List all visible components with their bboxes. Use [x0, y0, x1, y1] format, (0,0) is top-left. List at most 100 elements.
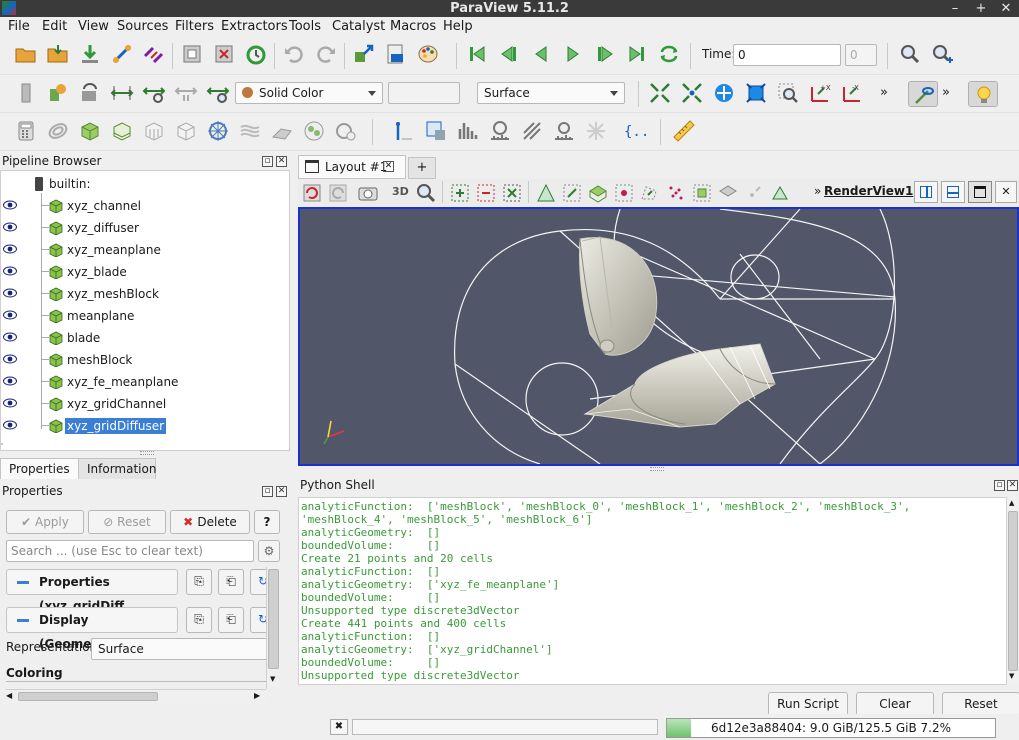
pipeline-item[interactable]: blade [1, 327, 289, 349]
shell-scrollbar[interactable]: ▲ ▼ [1006, 497, 1019, 685]
component-combo[interactable] [388, 82, 460, 104]
play-icon[interactable] [561, 42, 585, 66]
shrink-selection-icon[interactable] [474, 181, 498, 205]
pipeline-item[interactable]: xyz_blade [1, 261, 289, 283]
apply-button[interactable]: ✔ Apply [6, 510, 84, 534]
menu-filters[interactable]: Filters [171, 17, 218, 37]
mesh-quality-icon[interactable] [584, 119, 608, 143]
hover-points-icon[interactable] [742, 181, 766, 205]
plot-data-over-time-icon[interactable] [488, 119, 512, 143]
last-frame-icon[interactable] [625, 42, 649, 66]
representation-select[interactable]: Surface [91, 638, 266, 660]
plot-selection-icon[interactable] [424, 119, 448, 143]
set-view-minus-x-icon[interactable]: -X [840, 81, 864, 105]
plot-over-line-icon[interactable] [392, 119, 416, 143]
menu-catalyst[interactable]: Catalyst [328, 17, 389, 37]
auto-apply-icon[interactable] [244, 42, 268, 66]
advanced-settings-gear-icon[interactable]: ⚙ [258, 540, 280, 562]
close-icon[interactable]: ✕ [996, 0, 1016, 17]
coloring-combo[interactable]: Solid Color [235, 82, 383, 104]
pipeline-browser[interactable]: builtin: xyz_channel xyz_diffuser xyz_mean… [0, 170, 290, 451]
zoom-box-search-icon[interactable] [776, 81, 800, 105]
visibility-eye-icon[interactable] [3, 354, 17, 364]
toolbar-overflow-icon[interactable]: » [880, 85, 888, 100]
visibility-eye-icon[interactable] [3, 288, 17, 298]
rescale-visible-icon[interactable] [142, 81, 166, 105]
loop-icon[interactable] [657, 42, 681, 66]
tab-information[interactable]: Information [78, 458, 156, 480]
group-datasets-icon[interactable] [302, 119, 326, 143]
clear-button[interactable]: Clear [856, 692, 934, 716]
connect-icon[interactable] [110, 42, 134, 66]
time-index-spinbox[interactable]: 0 [845, 44, 877, 66]
layout-tab[interactable]: Layout #1 ✕ [298, 155, 406, 179]
menu-file[interactable]: File [4, 17, 34, 37]
delete-button[interactable]: ✖ Delete [170, 510, 250, 534]
copy-display-icon[interactable]: ⎘ [186, 607, 212, 633]
probe-location-icon[interactable] [552, 119, 576, 143]
splitter-handle[interactable] [140, 451, 154, 455]
grow-selection-icon[interactable] [448, 181, 472, 205]
minimize-icon[interactable]: – [945, 0, 965, 17]
pipeline-item[interactable]: xyz_gridDiffuser [1, 415, 289, 437]
menu-help[interactable]: Help [439, 17, 477, 37]
view-toolbar-overflow-icon[interactable]: » [814, 184, 821, 198]
maximize-icon[interactable]: + [971, 0, 991, 17]
calculator-icon[interactable] [14, 119, 38, 143]
properties-close-icon[interactable]: ✕ [276, 486, 287, 497]
new-layout-tab-button[interactable]: + [408, 157, 436, 179]
zoom-closest-icon[interactable] [930, 42, 954, 66]
render-view[interactable] [298, 207, 1019, 466]
select-cells-through-icon[interactable] [586, 181, 610, 205]
plot-global-variables-icon[interactable] [520, 119, 544, 143]
rescale-temporal-icon[interactable] [174, 81, 198, 105]
hover-cells-icon[interactable] [768, 181, 792, 205]
visibility-eye-icon[interactable] [3, 398, 17, 408]
visibility-eye-icon[interactable] [3, 420, 17, 430]
scroll-right-icon[interactable]: ▶ [254, 691, 260, 700]
screenshot-camera-icon[interactable] [356, 181, 380, 205]
reset-range-icon[interactable] [78, 81, 102, 105]
light-kit-icon[interactable] [968, 81, 998, 107]
menu-macros[interactable]: Macros [386, 17, 440, 37]
pipeline-item[interactable]: xyz_meanplane [1, 239, 289, 261]
load-state-icon[interactable] [46, 42, 70, 66]
select-points-through-icon[interactable] [612, 181, 636, 205]
capture-undo-icon[interactable] [300, 181, 324, 205]
reset-camera-icon[interactable] [648, 81, 672, 105]
restore-defaults-icon[interactable]: ↻ [250, 569, 266, 595]
menu-sources[interactable]: Sources [113, 17, 172, 37]
properties-scrollbar[interactable]: ▼ [266, 567, 280, 689]
visibility-eye-icon[interactable] [3, 376, 17, 386]
tab-properties[interactable]: Properties [0, 458, 79, 480]
set-view-plus-x-icon[interactable]: +X [808, 81, 832, 105]
render-view-name[interactable]: RenderView1 [824, 184, 913, 198]
zoom-to-data-icon[interactable] [898, 42, 922, 66]
run-script-button[interactable]: Run Script [768, 692, 848, 716]
interaction-mode-icon[interactable] [908, 81, 938, 107]
menu-view[interactable]: View [74, 17, 113, 37]
restore-display-defaults-icon[interactable]: ↻ [250, 607, 266, 633]
paste-properties-icon[interactable]: ⎗ [218, 569, 244, 595]
previous-frame-icon[interactable] [497, 42, 521, 66]
reset-camera-closest-icon[interactable] [680, 81, 704, 105]
pipeline-item[interactable]: xyz_diffuser [1, 217, 289, 239]
zoom-to-box-icon[interactable] [744, 81, 768, 105]
visibility-eye-icon[interactable] [3, 332, 17, 342]
glyph-icon[interactable] [206, 119, 230, 143]
redo-icon[interactable] [314, 42, 338, 66]
memory-inspector[interactable]: 6d12e3a88404: 9.0 GiB/125.5 GiB 7.2% [666, 718, 996, 738]
toggle-3d-button[interactable]: 3D [392, 185, 409, 198]
zoom-to-data-icon-2[interactable] [712, 81, 736, 105]
close-view-icon[interactable]: ✕ [995, 181, 1017, 203]
layout-tab-close-icon[interactable]: ✕ [383, 161, 394, 172]
pipeline-item[interactable]: xyz_gridChannel [1, 393, 289, 415]
display-section-header[interactable]: Display (GeometryRepr [6, 607, 178, 651]
pipeline-item[interactable]: xyz_channel [1, 195, 289, 217]
view-splitter-handle[interactable] [650, 467, 664, 471]
clear-selection-icon[interactable] [500, 181, 524, 205]
menu-extractors[interactable]: Extractors [217, 17, 292, 37]
contour-icon[interactable] [46, 119, 70, 143]
threshold-icon[interactable] [142, 119, 166, 143]
pipeline-item[interactable]: meanplane [1, 305, 289, 327]
